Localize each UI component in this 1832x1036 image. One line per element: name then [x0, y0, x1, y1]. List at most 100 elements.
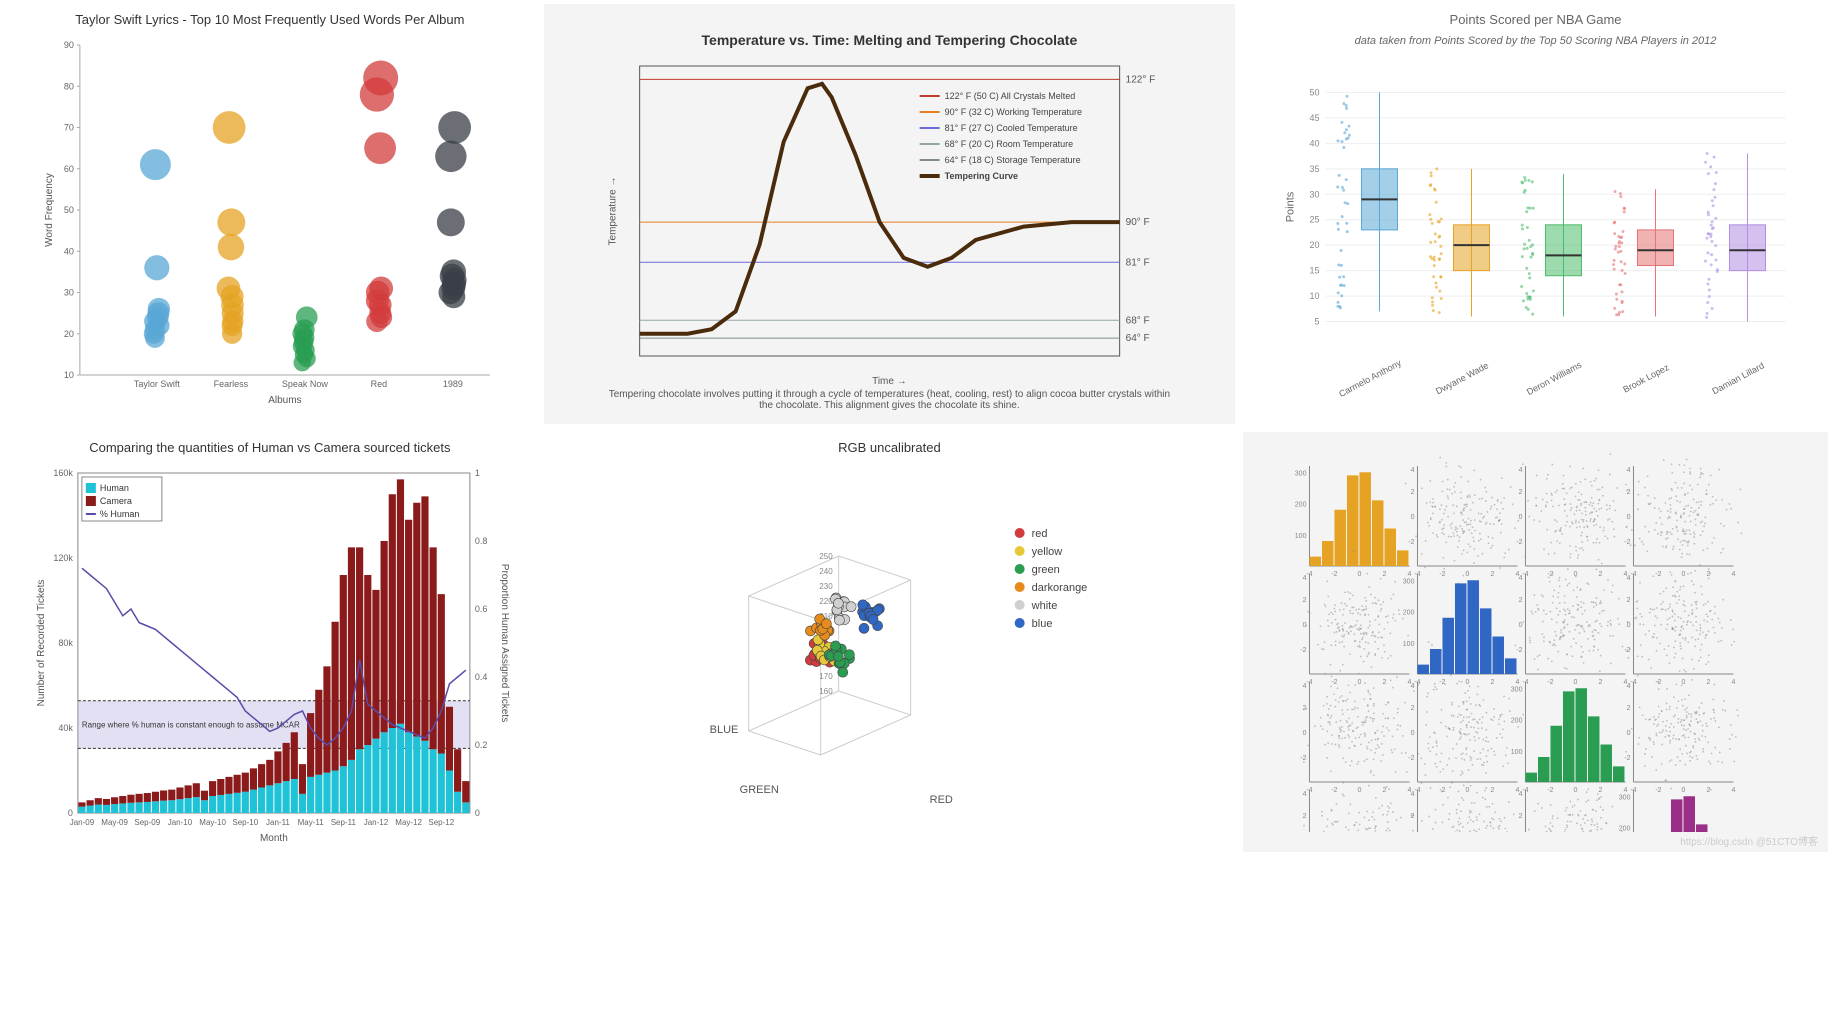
svg-text:68° F: 68° F [1125, 315, 1149, 326]
svg-text:68° F (20 C) Room Temperature: 68° F (20 C) Room Temperature [944, 139, 1072, 149]
pairplot-chart: 100200300-4-2024420-2-4-2024420-2-4-2024… [1243, 432, 1828, 832]
svg-text:100: 100 [1511, 749, 1523, 756]
svg-text:May-12: May-12 [395, 818, 422, 827]
svg-text:2: 2 [1411, 489, 1415, 496]
svg-text:2: 2 [1383, 679, 1387, 686]
svg-text:300: 300 [1295, 470, 1307, 477]
svg-text:GREEN: GREEN [739, 784, 778, 796]
svg-text:0: 0 [1466, 787, 1470, 794]
chocolate-footnote: Tempering chocolate involves putting it … [544, 387, 1235, 413]
svg-text:-2: -2 [1547, 787, 1553, 794]
svg-text:Fearless: Fearless [214, 379, 249, 389]
svg-text:4: 4 [1303, 575, 1307, 582]
svg-text:40: 40 [1310, 138, 1320, 148]
swift-panel: Taylor Swift Lyrics - Top 10 Most Freque… [4, 4, 536, 424]
svg-text:-2: -2 [1300, 647, 1306, 654]
svg-text:darkorange: darkorange [1031, 582, 1087, 594]
rgb-chart: BLUEGREENRED1601701801902002102202302402… [544, 463, 1235, 833]
svg-text:30: 30 [1310, 189, 1320, 199]
svg-text:2: 2 [1599, 787, 1603, 794]
svg-text:20: 20 [64, 329, 74, 339]
svg-text:-2: -2 [1439, 787, 1445, 794]
svg-text:4: 4 [1732, 571, 1736, 578]
svg-text:40k: 40k [58, 723, 73, 733]
rgb-title: RGB uncalibrated [544, 440, 1235, 455]
svg-text:-2: -2 [1516, 647, 1522, 654]
pairplot-panel: 100200300-4-2024420-2-4-2024420-2-4-2024… [1243, 432, 1828, 852]
svg-text:BLUE: BLUE [709, 724, 738, 736]
nba-panel: Points Scored per NBA Game data taken fr… [1243, 4, 1828, 424]
svg-text:4: 4 [1627, 683, 1631, 690]
svg-text:25: 25 [1310, 215, 1320, 225]
svg-text:-2: -2 [1547, 679, 1553, 686]
svg-text:-2: -2 [1331, 787, 1337, 794]
svg-text:4: 4 [1411, 683, 1415, 690]
svg-text:Proportion Human Assigned Tick: Proportion Human Assigned Tickets [499, 564, 510, 722]
svg-text:Albums: Albums [268, 395, 301, 405]
svg-text:Jan-09: Jan-09 [70, 818, 95, 827]
svg-text:Sep-11: Sep-11 [331, 818, 357, 827]
svg-text:-2: -2 [1516, 539, 1522, 546]
svg-text:4: 4 [1303, 683, 1307, 690]
swift-title: Taylor Swift Lyrics - Top 10 Most Freque… [4, 12, 536, 27]
svg-text:70: 70 [64, 123, 74, 133]
svg-text:-2: -2 [1655, 571, 1661, 578]
svg-text:230: 230 [819, 582, 833, 591]
svg-text:2: 2 [1519, 597, 1523, 604]
svg-text:0: 0 [1411, 730, 1415, 737]
svg-text:10: 10 [64, 370, 74, 380]
svg-text:120k: 120k [53, 553, 73, 563]
svg-text:64° F: 64° F [1125, 333, 1149, 344]
svg-text:-2: -2 [1331, 571, 1337, 578]
svg-text:50: 50 [1310, 87, 1320, 97]
svg-text:May-11: May-11 [298, 818, 325, 827]
svg-text:4: 4 [1519, 791, 1523, 798]
svg-text:0.2: 0.2 [475, 740, 488, 750]
svg-text:May-10: May-10 [199, 818, 226, 827]
svg-text:4: 4 [1519, 467, 1523, 474]
svg-text:0: 0 [1519, 514, 1523, 521]
svg-text:2: 2 [1303, 705, 1307, 712]
svg-text:240: 240 [819, 567, 833, 576]
svg-text:0: 0 [1303, 622, 1307, 629]
svg-text:1: 1 [475, 468, 480, 478]
svg-text:0: 0 [1682, 787, 1686, 794]
svg-text:100: 100 [1295, 533, 1307, 540]
svg-text:0: 0 [1627, 730, 1631, 737]
svg-text:4: 4 [1732, 787, 1736, 794]
svg-text:Number of Recorded Tickets: Number of Recorded Tickets [36, 580, 47, 707]
svg-text:Brook Lopez: Brook Lopez [1621, 362, 1671, 395]
svg-text:Range where % human is constan: Range where % human is constant enough t… [82, 721, 300, 730]
svg-text:200: 200 [1403, 610, 1415, 617]
svg-text:Human: Human [100, 483, 129, 493]
svg-text:2: 2 [1627, 597, 1631, 604]
svg-text:64° F (18 C) Storage Temperatu: 64° F (18 C) Storage Temperature [944, 155, 1080, 165]
svg-text:15: 15 [1310, 266, 1320, 276]
nba-subtitle-text: data taken from Points Scored by the Top… [1355, 35, 1717, 47]
svg-text:80k: 80k [58, 638, 73, 648]
svg-text:-2: -2 [1624, 647, 1630, 654]
svg-text:90: 90 [64, 40, 74, 50]
svg-text:2: 2 [1707, 679, 1711, 686]
svg-text:1989: 1989 [443, 379, 463, 389]
svg-text:white: white [1030, 600, 1057, 612]
svg-text:200: 200 [1619, 826, 1631, 833]
svg-text:45: 45 [1310, 113, 1320, 123]
svg-text:300: 300 [1619, 794, 1631, 801]
svg-text:Sep-12: Sep-12 [428, 818, 454, 827]
svg-text:20: 20 [1310, 240, 1320, 250]
svg-text:2: 2 [1627, 705, 1631, 712]
svg-text:0: 0 [1519, 622, 1523, 629]
svg-text:red: red [1031, 528, 1047, 540]
svg-text:160k: 160k [53, 468, 73, 478]
svg-text:0: 0 [1358, 787, 1362, 794]
svg-text:2: 2 [1627, 489, 1631, 496]
svg-text:4: 4 [1627, 575, 1631, 582]
svg-text:0: 0 [1358, 571, 1362, 578]
svg-text:Camera: Camera [100, 496, 132, 506]
svg-text:Jan-12: Jan-12 [364, 818, 389, 827]
svg-text:Sep-10: Sep-10 [232, 818, 258, 827]
svg-text:0: 0 [1411, 514, 1415, 521]
svg-text:0.6: 0.6 [475, 604, 488, 614]
svg-text:blue: blue [1031, 618, 1052, 630]
